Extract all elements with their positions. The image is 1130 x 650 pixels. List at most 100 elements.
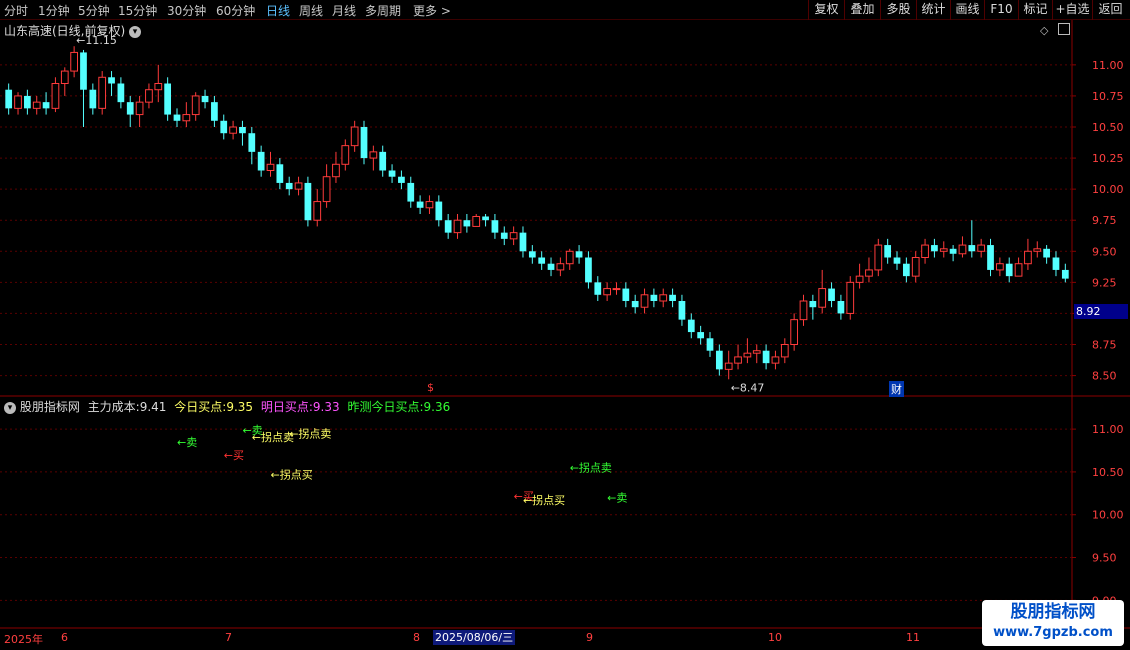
candle-body bbox=[603, 288, 611, 296]
candle-body bbox=[799, 300, 808, 321]
candle-body bbox=[341, 145, 350, 165]
candle-body bbox=[1061, 269, 1069, 279]
candle-body bbox=[780, 344, 789, 358]
candle-body bbox=[463, 220, 471, 227]
x-axis-label-month: 10 bbox=[768, 631, 782, 644]
candle-body bbox=[173, 114, 181, 121]
candle-body bbox=[697, 332, 705, 339]
signal-label-sell: ←卖 bbox=[607, 492, 627, 505]
candle-body bbox=[266, 163, 275, 172]
candle-body bbox=[669, 294, 676, 301]
candle-body bbox=[790, 319, 799, 345]
candle-body bbox=[482, 216, 489, 221]
candle-body bbox=[398, 176, 405, 183]
buy-today-value: 9.35 bbox=[226, 400, 254, 414]
signal-label-buy: ←买 bbox=[224, 449, 244, 462]
candle-body bbox=[743, 352, 752, 358]
y-axis-tick-label: 9.25 bbox=[1092, 276, 1117, 289]
candle-body bbox=[42, 102, 50, 109]
signal-label-turn: ←拐点卖 bbox=[289, 426, 331, 440]
candle-body bbox=[650, 294, 658, 301]
candle-body bbox=[724, 362, 733, 370]
y-axis-tick-label: 9.75 bbox=[1092, 214, 1117, 227]
y-axis-tick-label: 10.50 bbox=[1092, 466, 1124, 479]
diamond-icon[interactable]: ◇ bbox=[1040, 24, 1048, 37]
candle-body bbox=[1033, 248, 1042, 252]
candle-body bbox=[229, 126, 237, 134]
candle-body bbox=[931, 245, 938, 252]
signal-label-turn: ←拐点卖 bbox=[252, 430, 294, 444]
chart-canvas[interactable]: 8.508.759.009.259.509.7510.0010.2510.501… bbox=[0, 0, 1130, 650]
candle-body bbox=[126, 102, 134, 115]
candle-body bbox=[191, 95, 200, 116]
candle-body bbox=[939, 248, 948, 252]
candle-body bbox=[5, 89, 13, 109]
x-axis-label-month: 8 bbox=[413, 631, 420, 644]
candle-body bbox=[631, 301, 639, 308]
candle-body bbox=[771, 356, 780, 364]
candle-body bbox=[322, 176, 331, 203]
candle-body bbox=[911, 257, 920, 277]
candle-body bbox=[1024, 250, 1032, 265]
candle-body bbox=[220, 120, 228, 134]
x-axis-label-month: 6 bbox=[61, 631, 68, 644]
y-axis-tick-label: 10.00 bbox=[1092, 183, 1124, 196]
candle-body bbox=[640, 294, 649, 308]
y-axis-tick-label: 10.00 bbox=[1092, 509, 1124, 522]
candle-body bbox=[257, 151, 265, 171]
candle-body bbox=[837, 301, 845, 314]
current-price-tag: 8.92 bbox=[1074, 304, 1128, 319]
predict-label: 昨测今日买点: bbox=[347, 400, 424, 414]
candle-body bbox=[818, 288, 827, 308]
cost-label: 主力成本: bbox=[87, 400, 140, 414]
candle-body bbox=[388, 170, 396, 177]
candle-body bbox=[874, 244, 883, 271]
event-dollar-icon[interactable]: $ bbox=[427, 381, 434, 394]
x-axis-label-month: 9 bbox=[586, 631, 593, 644]
x-axis-label-year: 2025年 bbox=[4, 633, 43, 646]
candle-body bbox=[594, 282, 602, 295]
candle-body bbox=[678, 301, 686, 320]
candle-body bbox=[987, 245, 994, 270]
candle-body bbox=[921, 244, 929, 258]
candle-body bbox=[612, 288, 621, 291]
candle-body bbox=[164, 83, 172, 115]
x-axis-label-month: 11 bbox=[906, 631, 920, 644]
candle-body bbox=[80, 52, 87, 90]
watermark-logo: 股朋指标网 www.7gpzb.com bbox=[982, 600, 1124, 646]
candle-body bbox=[519, 232, 527, 252]
candle-body bbox=[332, 163, 340, 178]
candle-body bbox=[509, 232, 518, 240]
candle-body bbox=[425, 201, 434, 209]
candle-body bbox=[407, 182, 415, 202]
indicator-name: 股朋指标网 bbox=[19, 400, 80, 414]
buy-tomorrow-value: 9.33 bbox=[312, 400, 340, 414]
y-axis-tick-label: 10.25 bbox=[1092, 152, 1124, 165]
y-axis-tick-label: 8.50 bbox=[1092, 370, 1117, 383]
x-axis-label-month: 7 bbox=[225, 631, 232, 644]
candle-body bbox=[248, 133, 256, 152]
candle-body bbox=[715, 350, 723, 370]
candle-body bbox=[846, 281, 855, 314]
cost-value: 9.41 bbox=[139, 400, 167, 414]
y-axis-tick-label: 9.50 bbox=[1092, 552, 1117, 565]
finance-badge[interactable]: 财 bbox=[889, 381, 904, 397]
candle-body bbox=[145, 89, 153, 103]
candle-body bbox=[538, 257, 546, 264]
candle-body bbox=[893, 257, 901, 264]
window-icon[interactable] bbox=[1058, 23, 1070, 35]
y-axis-tick-label: 10.50 bbox=[1092, 121, 1124, 134]
candle-body bbox=[828, 288, 835, 301]
signal-label-sell: ←卖 bbox=[177, 436, 197, 449]
candle-body bbox=[453, 219, 462, 234]
candle-body bbox=[276, 164, 284, 183]
candle-body bbox=[958, 244, 967, 255]
candle-body bbox=[865, 269, 873, 277]
pane-menu-chevron-icon[interactable]: ▾ bbox=[129, 25, 142, 38]
candle-body bbox=[435, 201, 443, 221]
candle-body bbox=[60, 70, 69, 84]
candle-body bbox=[622, 288, 630, 301]
candle-body bbox=[313, 201, 322, 221]
candle-body bbox=[884, 245, 892, 258]
indicator-menu-chevron-icon[interactable]: ▾ bbox=[4, 401, 16, 414]
